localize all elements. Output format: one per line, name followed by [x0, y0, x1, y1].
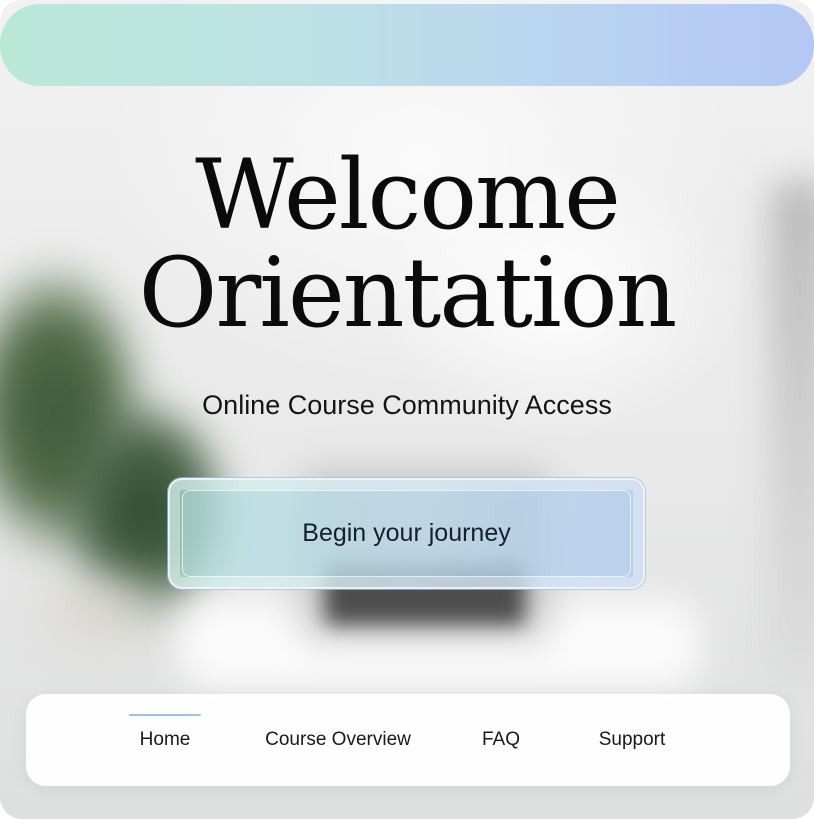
bottom-nav: Home Course Overview FAQ Support — [26, 694, 790, 786]
plant-pot-blur — [20, 560, 180, 660]
title-line-welcome: Welcome — [195, 139, 621, 251]
nav-item-support[interactable]: Support — [582, 694, 682, 786]
nav-item-home[interactable]: Home — [124, 694, 206, 786]
page-title: Welcome Orientation — [0, 146, 814, 342]
nav-item-course-overview[interactable]: Course Overview — [248, 694, 428, 786]
top-gradient-banner — [0, 4, 814, 86]
page-subtitle: Online Course Community Access — [202, 390, 612, 420]
title-line-orientation: Orientation — [138, 237, 678, 349]
app-frame: Welcome Orientation Online Course Commun… — [0, 0, 814, 819]
begin-journey-label: Begin your journey — [302, 519, 511, 547]
begin-journey-button[interactable]: Begin your journey — [168, 478, 645, 589]
nav-item-faq[interactable]: FAQ — [466, 694, 536, 786]
